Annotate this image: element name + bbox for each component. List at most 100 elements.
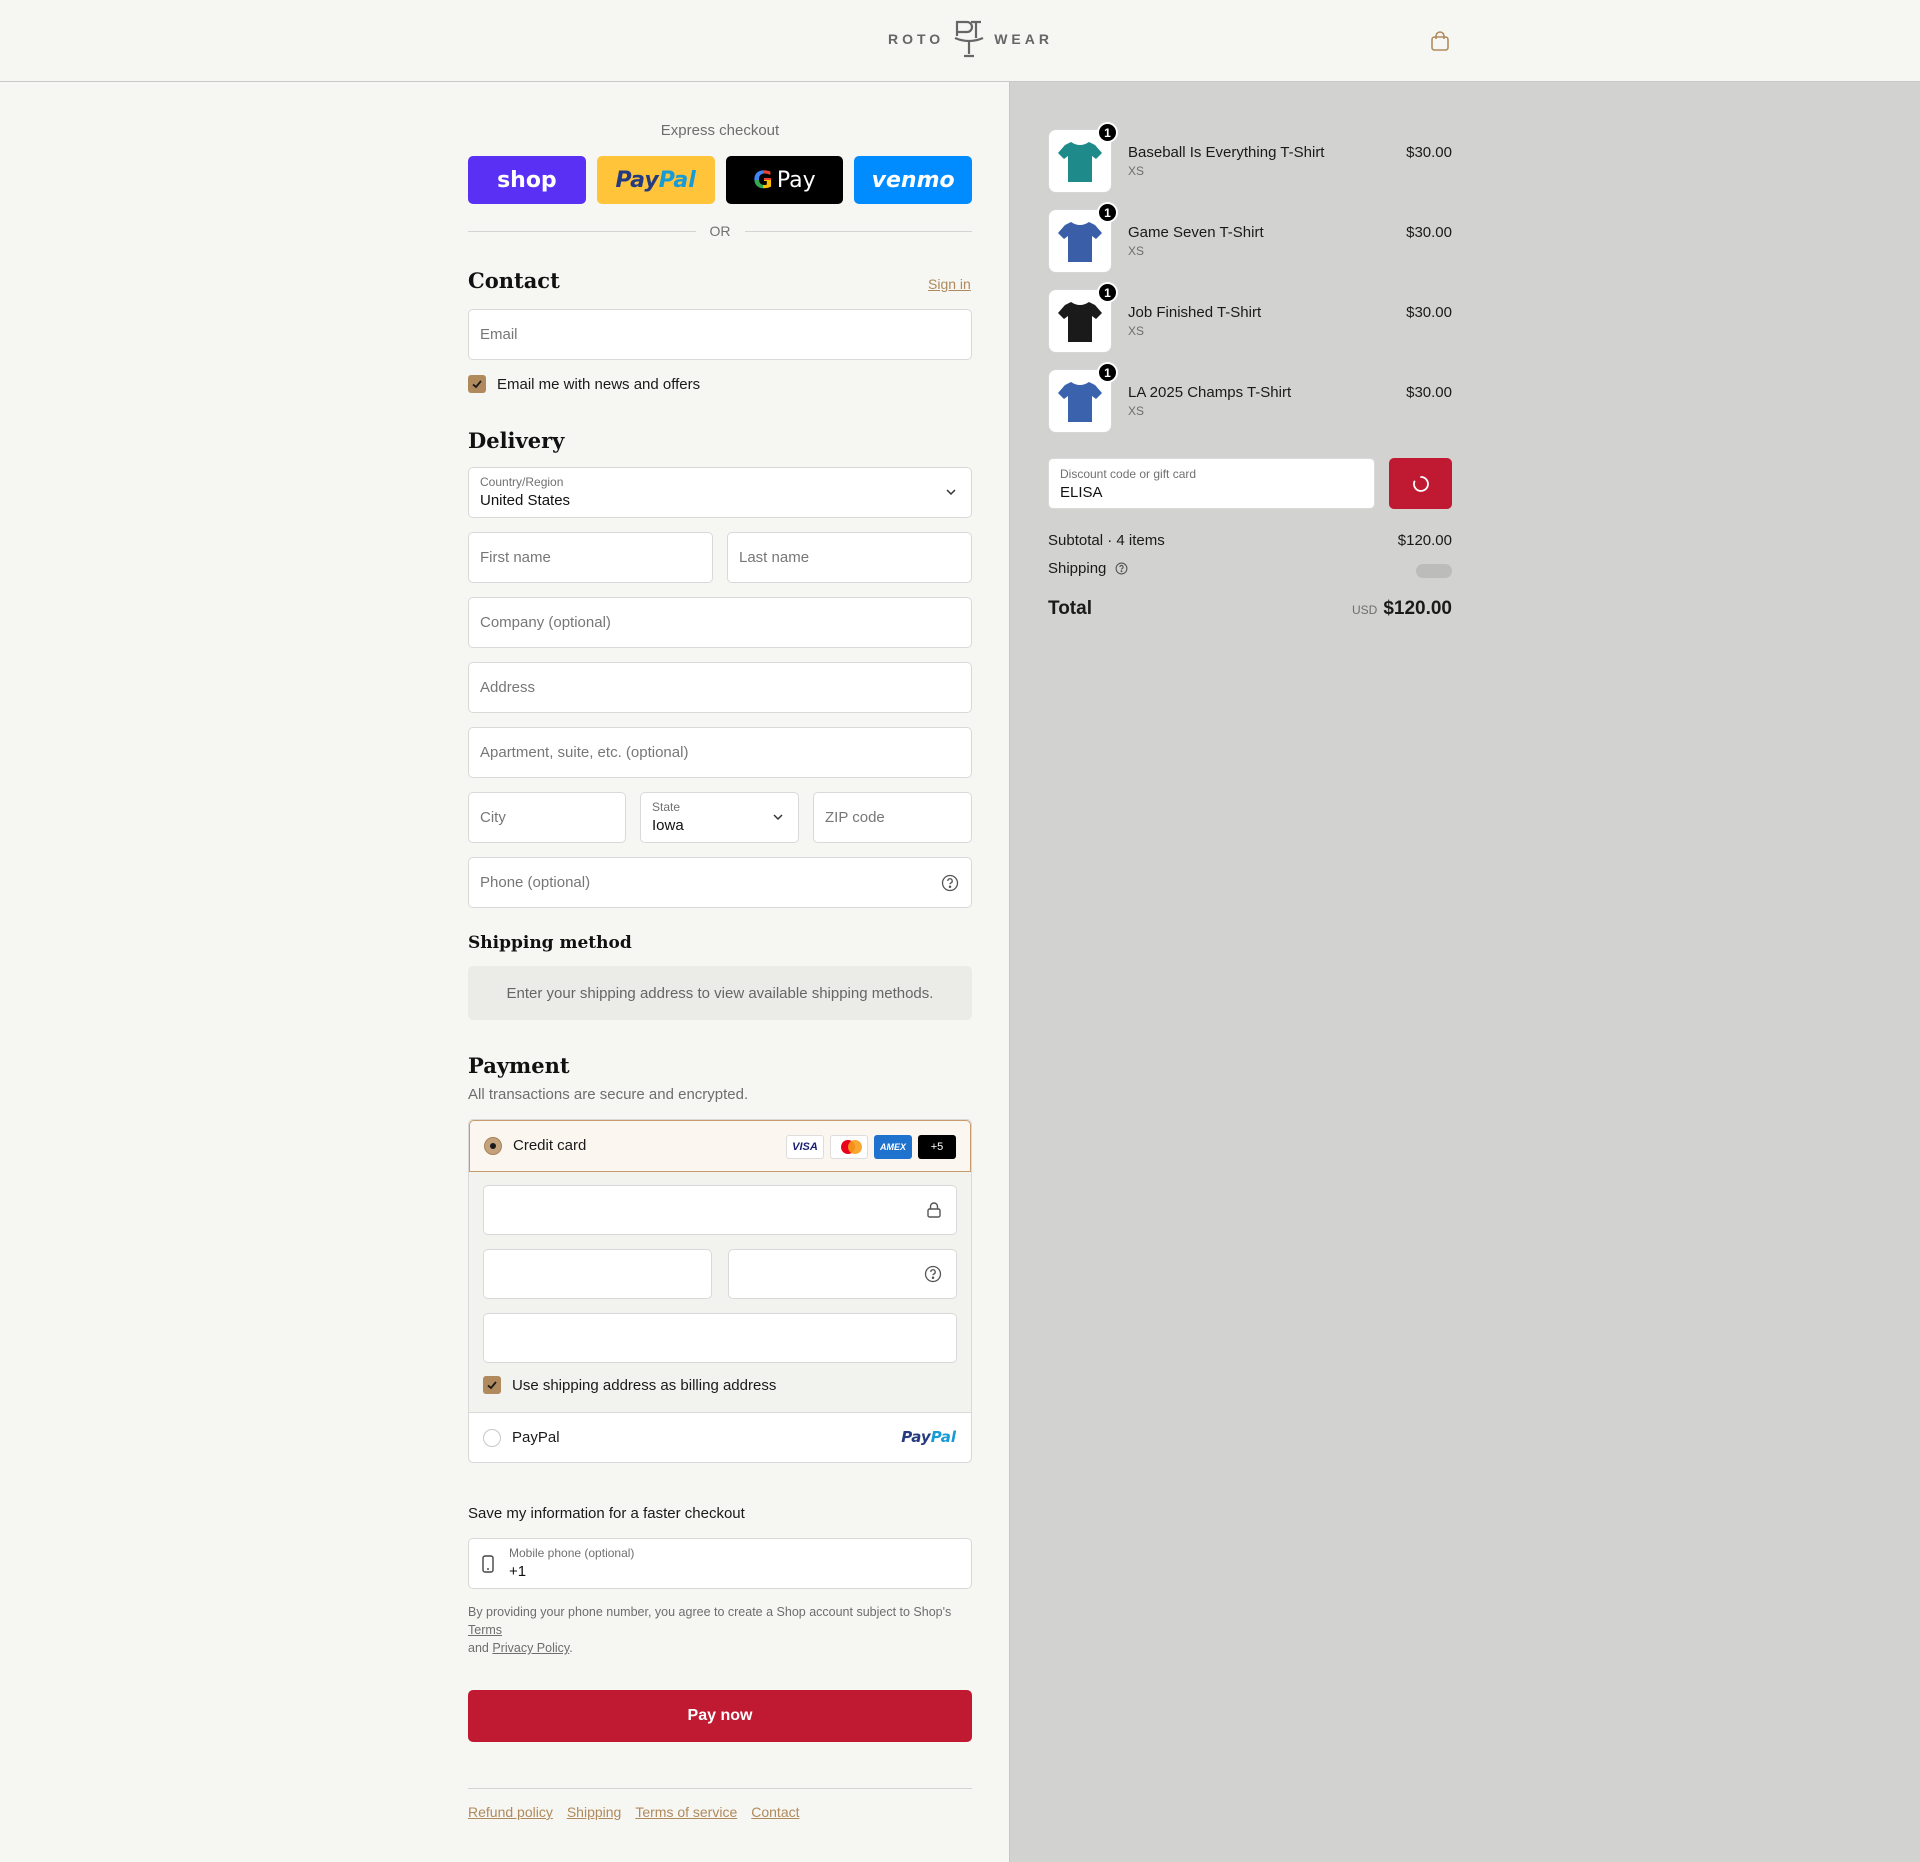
- address-field[interactable]: Address: [468, 662, 972, 713]
- help-circle-icon[interactable]: [924, 1265, 942, 1283]
- store-logo[interactable]: ROTO WEAR: [888, 18, 1053, 60]
- newsletter-label: Email me with news and offers: [497, 375, 701, 393]
- google-pay-button[interactable]: G Pay: [725, 156, 844, 204]
- first-name-placeholder: First name: [480, 549, 551, 566]
- billing-checkbox-row[interactable]: Use shipping address as billing address: [483, 1376, 776, 1394]
- legal-prefix: By providing your phone number, you agre…: [468, 1605, 952, 1619]
- discount-code-field[interactable]: Discount code or gift card ELISA: [1048, 458, 1375, 509]
- google-pay-label: Pay: [776, 167, 816, 193]
- paypal-logo-a: Pay: [901, 1428, 931, 1446]
- subtotal-row: Subtotal · 4 items $120.00: [1048, 532, 1452, 549]
- check-icon: [472, 380, 482, 389]
- paypal-logo-icon: PayPal: [901, 1428, 956, 1446]
- paypal-express-button[interactable]: Pay Pal: [596, 156, 715, 204]
- product-thumbnail: 1: [1048, 202, 1118, 273]
- sign-in-link[interactable]: Sign in: [928, 276, 971, 292]
- first-name-field[interactable]: First name: [468, 532, 713, 583]
- billing-checkbox[interactable]: [483, 1376, 501, 1394]
- product-price: $30.00: [1406, 144, 1452, 161]
- paypal-logo-b: Pal: [658, 167, 696, 193]
- address-placeholder: Address: [480, 679, 536, 696]
- payment-title: Payment: [468, 1053, 570, 1078]
- subtotal-value: $120.00: [1397, 532, 1452, 549]
- logo-mark-icon: [954, 20, 984, 58]
- cart-item: 1 Job Finished T-Shirt XS $30.00: [1048, 282, 1452, 355]
- quantity-badge: 1: [1097, 122, 1118, 143]
- help-circle-icon[interactable]: [941, 874, 959, 892]
- legal-text: By providing your phone number, you agre…: [468, 1605, 952, 1655]
- visa-logo-icon: VISA: [786, 1135, 824, 1159]
- loading-spinner-icon: [1412, 475, 1429, 492]
- pay-now-button[interactable]: Pay now: [468, 1690, 972, 1742]
- email-field[interactable]: Email: [468, 309, 972, 360]
- email-placeholder: Email: [480, 326, 518, 343]
- total-label: Total: [1048, 598, 1092, 619]
- shipping-policy-link[interactable]: Shipping: [567, 1804, 622, 1820]
- tshirt-image: [1058, 382, 1102, 422]
- card-cvv-field[interactable]: [728, 1249, 957, 1299]
- venmo-button[interactable]: venmo: [854, 156, 972, 204]
- phone-field[interactable]: Phone (optional): [468, 857, 972, 908]
- or-text: OR: [709, 223, 731, 239]
- newsletter-checkbox-row[interactable]: Email me with news and offers: [468, 375, 700, 393]
- credit-card-radio[interactable]: [484, 1137, 502, 1155]
- contact-title: Contact: [468, 268, 560, 293]
- apartment-field[interactable]: Apartment, suite, etc. (optional): [468, 727, 972, 778]
- save-info-title: Save my information for a faster checkou…: [468, 1505, 745, 1522]
- discount-label: Discount code or gift card: [1060, 467, 1197, 481]
- tshirt-image: [1058, 222, 1102, 262]
- product-name: Game Seven T-Shirt: [1128, 224, 1264, 241]
- cart-item: 1 Game Seven T-Shirt XS $30.00: [1048, 202, 1452, 275]
- zip-field[interactable]: ZIP code: [813, 792, 972, 843]
- tshirt-image: [1058, 302, 1102, 342]
- company-field[interactable]: Company (optional): [468, 597, 972, 648]
- privacy-policy-link[interactable]: Privacy Policy: [492, 1641, 569, 1655]
- quantity-badge: 1: [1097, 282, 1118, 303]
- venmo-label: venmo: [871, 167, 955, 193]
- last-name-field[interactable]: Last name: [727, 532, 972, 583]
- country-value: United States: [480, 492, 571, 509]
- product-name: Baseball Is Everything T-Shirt: [1128, 144, 1325, 161]
- last-name-placeholder: Last name: [739, 549, 810, 566]
- contact-link[interactable]: Contact: [751, 1804, 799, 1820]
- shop-pay-label: shop: [497, 167, 557, 193]
- quantity-badge: 1: [1097, 202, 1118, 223]
- legal-and: and: [468, 1641, 489, 1655]
- cart-item: 1 LA 2025 Champs T-Shirt XS $30.00: [1048, 362, 1452, 435]
- logo-text-left: ROTO: [888, 31, 945, 47]
- shipping-method-title: Shipping method: [468, 933, 632, 953]
- credit-card-option[interactable]: Credit card VISA AMEX +5: [469, 1120, 971, 1172]
- shop-pay-button[interactable]: shop: [468, 156, 586, 204]
- footer-links: Refund policy Shipping Terms of service …: [468, 1804, 972, 1820]
- state-select[interactable]: State Iowa: [640, 792, 799, 843]
- header: ROTO WEAR: [0, 0, 1920, 82]
- city-field[interactable]: City: [468, 792, 626, 843]
- name-on-card-field[interactable]: [483, 1313, 957, 1363]
- newsletter-checkbox[interactable]: [468, 375, 486, 393]
- paypal-radio[interactable]: [483, 1429, 501, 1447]
- cart-item: 1 Baseball Is Everything T-Shirt XS $30.…: [1048, 122, 1452, 195]
- apply-discount-button[interactable]: [1389, 458, 1452, 509]
- terms-link[interactable]: Terms: [468, 1623, 502, 1637]
- refund-policy-link[interactable]: Refund policy: [468, 1804, 553, 1820]
- card-number-field[interactable]: [483, 1185, 957, 1235]
- more-cards-badge: +5: [918, 1135, 956, 1159]
- paypal-logo-b: Pal: [930, 1428, 956, 1446]
- company-placeholder: Company (optional): [480, 614, 611, 631]
- phone-placeholder: Phone (optional): [480, 874, 591, 891]
- zip-placeholder: ZIP code: [825, 809, 885, 826]
- discount-value: ELISA: [1060, 484, 1103, 501]
- billing-label: Use shipping address as billing address: [512, 1376, 777, 1394]
- terms-of-service-link[interactable]: Terms of service: [635, 1804, 737, 1820]
- delivery-title: Delivery: [468, 428, 565, 453]
- shopping-bag-icon[interactable]: [1429, 30, 1451, 52]
- or-divider: OR: [468, 222, 972, 240]
- help-circle-icon[interactable]: [1115, 562, 1128, 575]
- card-logos: VISA AMEX +5: [786, 1135, 956, 1159]
- card-expiry-field[interactable]: [483, 1249, 712, 1299]
- paypal-option[interactable]: PayPal PayPal: [469, 1412, 971, 1462]
- express-checkout-buttons: shop Pay Pal G Pay venmo: [468, 156, 972, 204]
- product-price: $30.00: [1406, 384, 1452, 401]
- country-select[interactable]: Country/Region United States: [468, 467, 972, 518]
- mobile-phone-field[interactable]: Mobile phone (optional) +1: [468, 1538, 972, 1589]
